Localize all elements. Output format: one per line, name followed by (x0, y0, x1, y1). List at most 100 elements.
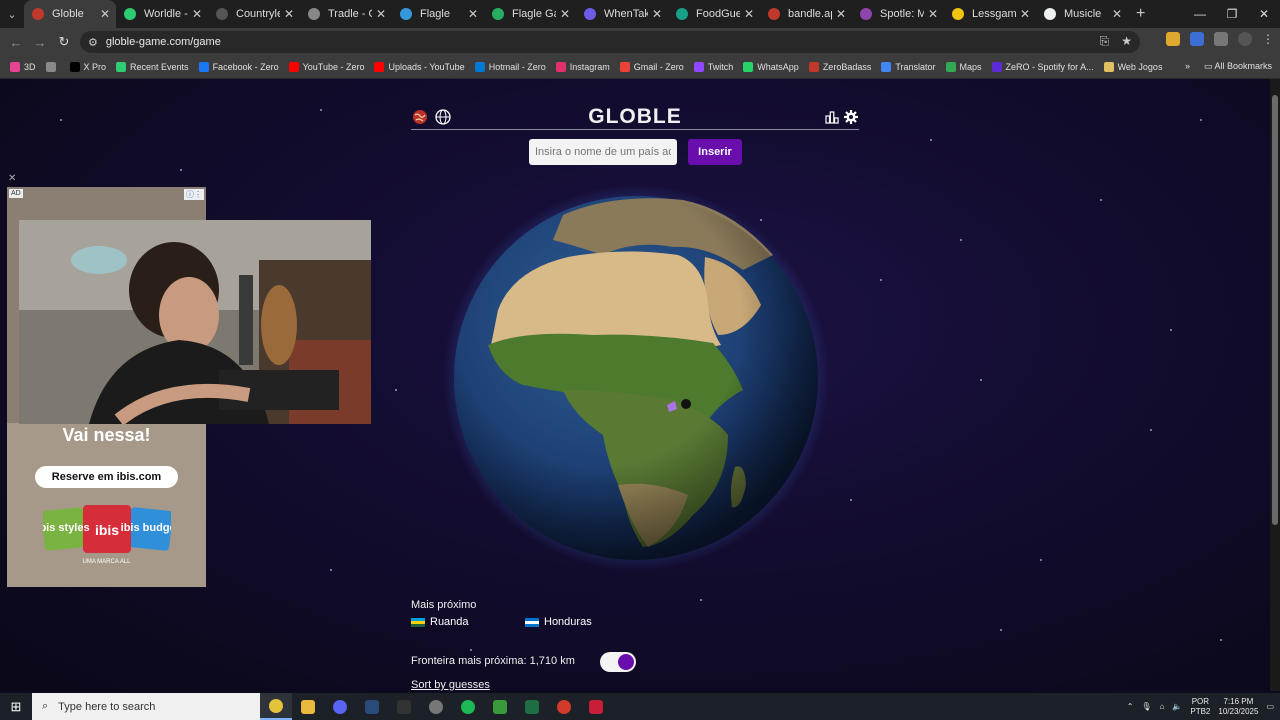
close-tab-icon[interactable]: ✕ (192, 7, 202, 21)
close-tab-icon[interactable]: ✕ (928, 7, 938, 21)
windows-start-icon[interactable]: ⊞ (0, 699, 32, 715)
close-window-icon[interactable]: ✕ (1248, 7, 1280, 21)
more-bookmarks-button[interactable]: » (1185, 61, 1190, 72)
tray-chevron-icon[interactable]: ⌃ (1127, 702, 1134, 711)
excel-icon[interactable] (516, 693, 548, 720)
bookmark-item[interactable]: Twitch (693, 62, 733, 72)
discord-icon[interactable] (324, 693, 356, 720)
bookmark-item[interactable]: YouTube - Zero (288, 62, 364, 72)
scrollbar-thumb[interactable] (1272, 95, 1278, 525)
bookmark-item[interactable]: Gmail - Zero (619, 62, 684, 72)
network-icon[interactable]: ⌂ (1160, 702, 1165, 711)
tab-1[interactable]: Worldle - Gu ✕ (116, 0, 208, 28)
bookmark-item[interactable]: Maps (945, 62, 982, 72)
install-app-icon[interactable]: ⎘ (1100, 34, 1110, 49)
close-ad-icon[interactable]: ✕ (8, 173, 16, 184)
tab-search-icon[interactable]: ⌄ (0, 0, 24, 28)
spotify-icon[interactable] (452, 693, 484, 720)
bookmark-star-icon[interactable]: ★ (1121, 34, 1132, 49)
clock[interactable]: 7:16 PM 10/23/2025 (1218, 697, 1258, 717)
close-tab-icon[interactable]: ✕ (836, 7, 846, 21)
tab-11[interactable]: Musicle ✕ (1036, 0, 1128, 28)
guess-item: Ruanda (411, 616, 469, 628)
bookmark-item[interactable]: X Pro (69, 62, 106, 72)
bookmark-item[interactable]: Recent Events (116, 62, 189, 72)
site-info-icon[interactable]: ⚙ (88, 36, 98, 49)
profile-avatar[interactable] (1238, 32, 1252, 46)
tab-6[interactable]: WhenTaken ✕ (576, 0, 668, 28)
window-controls: — ❐ ✕ (1184, 0, 1280, 28)
tab-2[interactable]: Countryle - T ✕ (208, 0, 300, 28)
tab-8[interactable]: bandle.app/ ✕ (760, 0, 852, 28)
bookmark-item[interactable]: ZeroBadass (808, 62, 871, 72)
bookmark-item[interactable]: Facebook - Zero (198, 62, 279, 72)
url-field[interactable]: ⚙ globle-game.com/game ⎘ ★ (80, 31, 1140, 53)
guess-country: Honduras (544, 616, 592, 628)
star (320, 109, 322, 111)
sort-by-guesses-link[interactable]: Sort by guesses (411, 679, 490, 691)
tab-5[interactable]: Flagle Game ✕ (484, 0, 576, 28)
epic-games-icon[interactable] (388, 693, 420, 720)
close-tab-icon[interactable]: ✕ (1020, 7, 1030, 21)
back-icon[interactable]: ← (4, 35, 28, 50)
notifications-icon[interactable]: ▭ (1266, 702, 1274, 711)
bookmark-item[interactable]: Hotmail - Zero (474, 62, 546, 72)
file-explorer-icon[interactable] (292, 693, 324, 720)
close-tab-icon[interactable]: ✕ (376, 7, 386, 21)
search-icon: ⌕ (42, 700, 49, 712)
bookmark-item[interactable]: Instagram (555, 62, 610, 72)
bookmark-item[interactable]: Translator (881, 62, 936, 72)
steam-icon[interactable] (356, 693, 388, 720)
close-tab-icon[interactable]: ✕ (284, 7, 294, 21)
puzzle-icon[interactable] (1214, 32, 1228, 46)
settings-gear-icon[interactable] (843, 109, 859, 125)
insert-button[interactable]: Inserir (688, 139, 742, 165)
close-tab-icon[interactable]: ✕ (744, 7, 754, 21)
media-player-icon[interactable] (580, 693, 612, 720)
forward-icon[interactable]: → (28, 35, 52, 50)
microphone-icon[interactable]: 🎙 (1141, 702, 1151, 711)
reload-icon[interactable]: ↻ (52, 34, 76, 50)
globe[interactable] (443, 185, 829, 571)
ad-info-icon[interactable]: ⓘ⋮ (184, 189, 204, 200)
bookmark-icon (10, 62, 20, 72)
obs-icon[interactable] (548, 693, 580, 720)
bookmark-item[interactable]: WhatsApp (743, 62, 799, 72)
language-indicator[interactable]: POR PTB2 (1190, 697, 1210, 717)
taskbar-search[interactable]: ⌕ Type here to search (32, 693, 260, 720)
tab-4[interactable]: Flagle ✕ (392, 0, 484, 28)
app-icon[interactable] (420, 693, 452, 720)
new-tab-button[interactable]: + (1128, 5, 1153, 23)
tab-9[interactable]: Spotle: Musi ✕ (852, 0, 944, 28)
stats-icon[interactable] (824, 109, 840, 125)
bookmark-item[interactable] (45, 62, 60, 72)
tab-0[interactable]: Globle ✕ (24, 0, 116, 28)
tab-10[interactable]: Lessgames ✕ (944, 0, 1036, 28)
close-tab-icon[interactable]: ✕ (652, 7, 662, 21)
volume-icon[interactable]: 🔈 (1172, 702, 1182, 711)
bookmark-item[interactable]: ZeRO - Spotify for A... (991, 62, 1094, 72)
ad-cta-button[interactable]: Reserve em ibis.com (35, 466, 178, 488)
chrome-icon[interactable] (260, 693, 292, 720)
close-tab-icon[interactable]: ✕ (468, 7, 478, 21)
page-scrollbar[interactable] (1270, 79, 1280, 691)
extension-icon[interactable] (1190, 32, 1204, 46)
restore-icon[interactable]: ❐ (1216, 7, 1248, 21)
all-bookmarks-button[interactable]: ▭ All Bookmarks (1204, 61, 1272, 72)
units-toggle[interactable] (600, 652, 636, 672)
bookmark-label: Gmail - Zero (633, 62, 684, 72)
tab-3[interactable]: Tradle - Gue ✕ (300, 0, 392, 28)
xbox-icon[interactable] (484, 693, 516, 720)
minimize-icon[interactable]: — (1184, 7, 1216, 21)
close-tab-icon[interactable]: ✕ (100, 7, 110, 21)
tab-7[interactable]: FoodGuessr ✕ (668, 0, 760, 28)
bookmark-item[interactable]: Web Jogos (1103, 62, 1162, 72)
bookmark-item[interactable]: Uploads - YouTube (374, 62, 465, 72)
menu-dots-icon[interactable]: ⋮ (1262, 32, 1274, 46)
country-search-input[interactable] (529, 139, 677, 165)
close-tab-icon[interactable]: ✕ (1112, 7, 1122, 21)
ad-logo-text: ibis styles (43, 522, 90, 534)
close-tab-icon[interactable]: ✕ (560, 7, 570, 21)
bookmark-item[interactable]: 3D (10, 62, 36, 72)
extension-icon[interactable] (1166, 32, 1180, 46)
